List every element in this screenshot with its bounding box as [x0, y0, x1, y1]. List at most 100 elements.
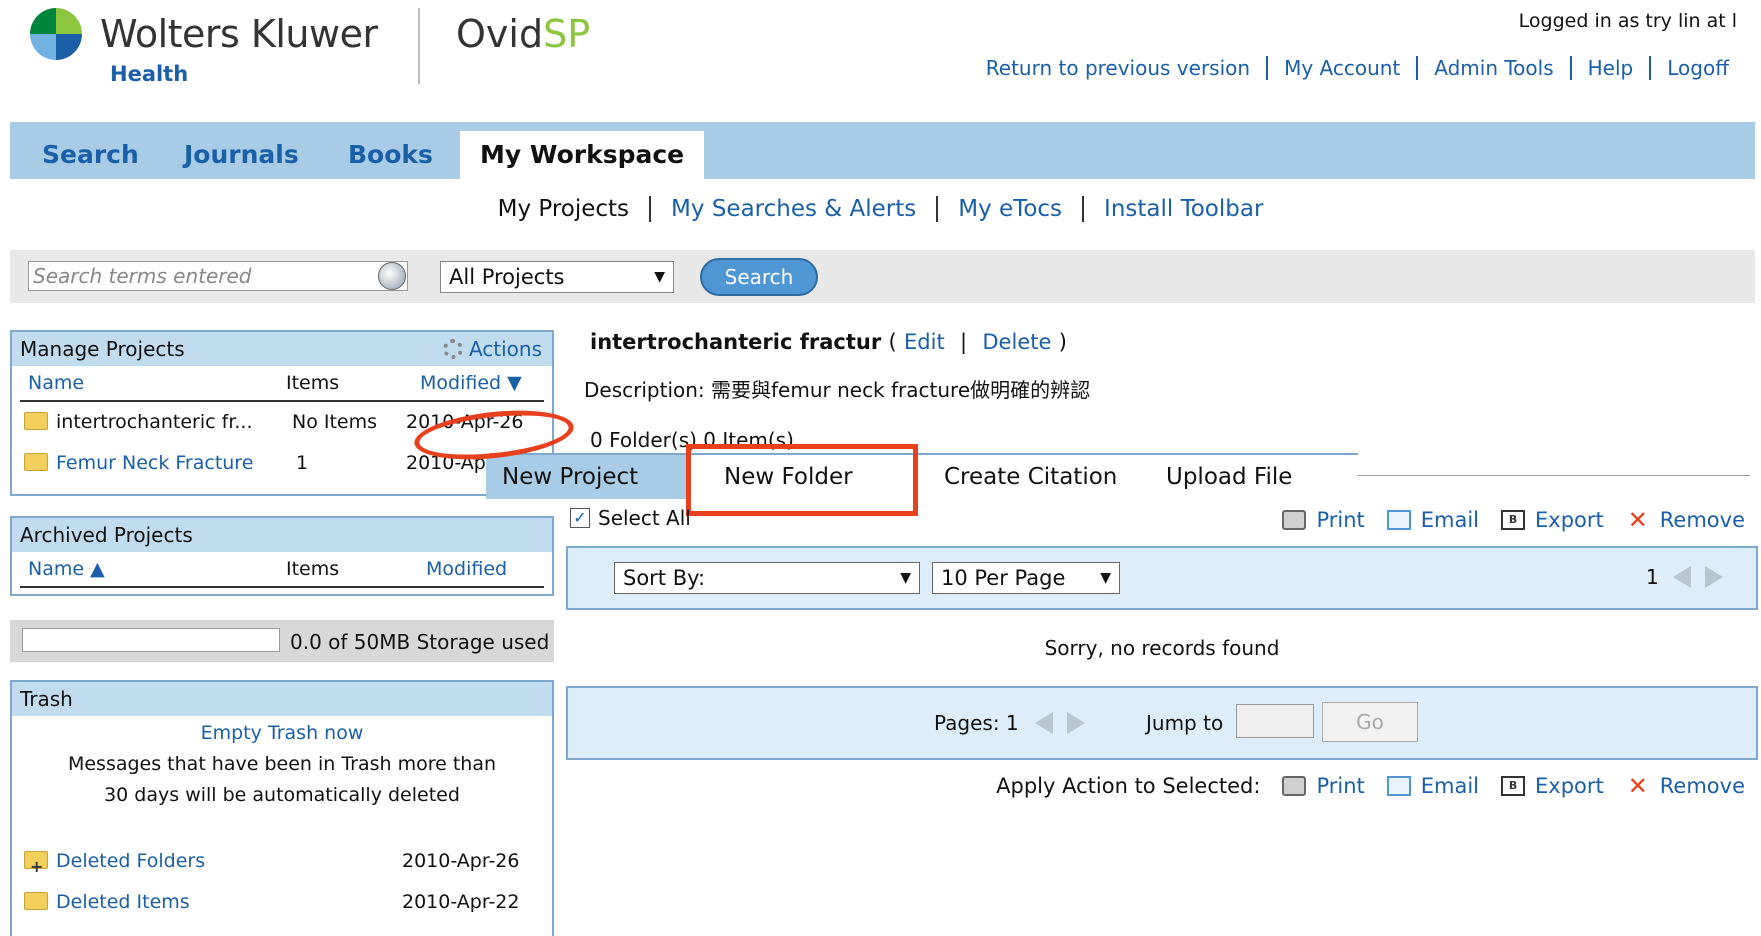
subnav-my-searches-alerts[interactable]: My Searches & Alerts: [649, 196, 937, 222]
email-icon: [1386, 776, 1411, 796]
logo-divider: [418, 8, 420, 84]
help-link[interactable]: Help: [1569, 56, 1650, 80]
brand-sub: Health: [110, 62, 189, 86]
chevron-down-icon: ▼: [654, 269, 665, 285]
export-button[interactable]: B Export: [1501, 508, 1604, 532]
trash-header: Trash: [12, 682, 552, 716]
per-page-select[interactable]: 10 Per Page ▼: [932, 562, 1120, 594]
archived-projects-header: Archived Projects: [12, 518, 552, 552]
project-scope-select[interactable]: All Projects ▼: [440, 261, 674, 293]
col-modified[interactable]: Modified ▼: [420, 366, 522, 400]
chevron-down-icon: ▼: [1100, 570, 1111, 586]
prev-page-icon[interactable]: [1035, 712, 1054, 734]
search-input[interactable]: Search terms entered: [28, 261, 408, 291]
export-icon: B: [1501, 776, 1526, 796]
admin-tools-link[interactable]: Admin Tools: [1416, 56, 1569, 80]
folder-icon: [24, 453, 48, 471]
jump-to-input[interactable]: [1236, 704, 1314, 738]
print-icon: [1282, 776, 1307, 796]
project-name[interactable]: intertrochanteric fr...: [24, 402, 253, 443]
return-previous-version-link[interactable]: Return to previous version: [970, 56, 1266, 80]
new-project-button[interactable]: New Project: [486, 455, 686, 499]
project-description: Description: 需要與femur neck fracture做明確的辨…: [584, 378, 1091, 402]
remove-button[interactable]: ✕ Remove: [1626, 508, 1745, 532]
tab-journals[interactable]: Journals: [164, 131, 319, 179]
bottom-action-set: Apply Action to Selected: Print Email BE…: [996, 774, 1745, 798]
print-icon: [1282, 510, 1307, 530]
subnav-my-etocs[interactable]: My eTocs: [936, 196, 1083, 222]
trash-message-line2: 30 days will be automatically deleted: [104, 784, 460, 806]
project-title-text: intertrochanteric fractur: [590, 330, 882, 354]
page-indicator: 1: [1646, 565, 1724, 589]
sort-by-value: Sort By:: [623, 566, 706, 590]
manage-projects-header: Manage Projects Actions: [12, 332, 552, 366]
create-citation-button[interactable]: Create Citation: [944, 455, 1117, 499]
project-scope-value: All Projects: [449, 265, 565, 289]
tab-my-workspace[interactable]: My Workspace: [460, 131, 705, 179]
col-items: Items: [286, 558, 340, 580]
gear-icon: [442, 339, 463, 359]
product-name: OvidSP: [456, 12, 590, 56]
trash-title: Trash: [20, 687, 73, 711]
archived-projects-columns: Name ▲ Items Modified: [20, 552, 544, 588]
folder-icon: [24, 892, 48, 910]
subnav-install-toolbar[interactable]: Install Toolbar: [1082, 196, 1284, 222]
actions-label: Actions: [468, 337, 542, 361]
print-button[interactable]: Print: [1282, 774, 1365, 798]
email-button[interactable]: Email: [1386, 774, 1479, 798]
search-button[interactable]: Search: [700, 258, 818, 296]
top-action-set: Print Email B Export ✕ Remove: [1260, 508, 1745, 532]
product-suffix: SP: [543, 12, 591, 56]
col-name[interactable]: Name: [28, 366, 84, 400]
empty-trash-link[interactable]: Empty Trash now: [12, 718, 552, 749]
select-all-checkbox[interactable]: ✓: [570, 508, 590, 528]
separator: |: [960, 330, 968, 354]
select-all-label: Select All: [598, 506, 691, 530]
brand-name: Wolters Kluwer: [100, 12, 378, 56]
prev-page-icon[interactable]: [1673, 566, 1692, 588]
next-page-icon[interactable]: [1067, 712, 1086, 734]
remove-icon: ✕: [1627, 506, 1648, 534]
trash-date: 2010-Apr-22: [402, 891, 520, 913]
export-button[interactable]: B Export: [1501, 774, 1604, 798]
col-modified[interactable]: Modified: [426, 552, 507, 586]
remove-button[interactable]: ✕ Remove: [1626, 774, 1745, 798]
actions-menu[interactable]: Actions: [442, 332, 542, 366]
tab-search[interactable]: Search: [22, 131, 159, 179]
deleted-items-link[interactable]: Deleted Items: [24, 882, 190, 923]
my-account-link[interactable]: My Account: [1266, 56, 1416, 80]
delete-link[interactable]: Delete: [982, 330, 1051, 354]
sort-by-select[interactable]: Sort By: ▼: [614, 562, 920, 594]
workspace-subnav: My Projects My Searches & Alerts My eTocs I…: [0, 196, 1761, 222]
page-number: 1: [1646, 565, 1659, 589]
trash-date: 2010-Apr-26: [402, 850, 520, 872]
edit-link[interactable]: Edit: [904, 330, 945, 354]
print-button[interactable]: Print: [1282, 508, 1365, 532]
folder-plus-icon: [24, 846, 48, 887]
archived-projects-panel: Archived Projects Name ▲ Items Modified: [10, 516, 554, 596]
pages-control: Pages: 1: [934, 711, 1086, 735]
email-icon: [1386, 510, 1411, 530]
project-name[interactable]: Femur Neck Fracture: [24, 443, 253, 484]
paren-close: ): [1058, 330, 1067, 354]
logoff-link[interactable]: Logoff: [1649, 56, 1745, 80]
col-items: Items: [286, 372, 340, 394]
upload-file-button[interactable]: Upload File: [1166, 455, 1292, 499]
next-page-icon[interactable]: [1705, 566, 1724, 588]
storage-text: 0.0 of 50MB Storage used: [290, 630, 550, 654]
paren-open: (: [888, 330, 897, 354]
trash-row[interactable]: Deleted Items 2010-Apr-22: [12, 882, 552, 923]
deleted-folders-link[interactable]: Deleted Folders: [24, 841, 205, 887]
product-prefix: Ovid: [456, 12, 544, 56]
per-page-value: 10 Per Page: [941, 566, 1066, 590]
tab-books[interactable]: Books: [328, 131, 453, 179]
toolbar-divider: [1358, 475, 1750, 476]
go-button[interactable]: Go: [1322, 702, 1418, 742]
project-title: intertrochanteric fractur ( Edit | Delet…: [590, 330, 1067, 354]
subnav-my-projects[interactable]: My Projects: [478, 196, 649, 222]
email-button[interactable]: Email: [1386, 508, 1479, 532]
magnifier-icon[interactable]: [378, 262, 406, 290]
manage-projects-columns: Name Items Modified ▼: [20, 366, 544, 402]
col-name[interactable]: Name ▲: [28, 552, 105, 586]
trash-row[interactable]: Deleted Folders 2010-Apr-26: [12, 841, 552, 887]
